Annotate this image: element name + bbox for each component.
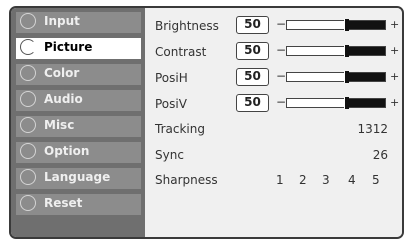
setting-label: Contrast [155, 45, 207, 59]
menu-item-label: Picture [44, 40, 93, 54]
menu-item-picture[interactable]: Picture [16, 38, 141, 59]
brightness-value: 50 [236, 16, 269, 34]
slider-fill [348, 21, 385, 29]
settings-panel: Brightness 50 − + Contrast 50 − + PosiH … [145, 8, 402, 237]
menu-item-color[interactable]: Color [16, 64, 141, 85]
menu-item-label: Audio [44, 92, 83, 106]
menu-item-language[interactable]: Language [16, 168, 141, 189]
menu-item-reset[interactable]: Reset [16, 194, 141, 215]
circle-ring-icon [20, 117, 36, 133]
contrast-slider[interactable] [286, 45, 386, 57]
plus-sign: + [390, 44, 400, 57]
setting-label: Sharpness [155, 173, 218, 187]
setting-label: Tracking [155, 122, 205, 136]
tracking-value: 1312 [357, 122, 388, 136]
slider-thumb[interactable] [344, 71, 349, 83]
circle-ring-icon [20, 13, 36, 29]
brightness-slider[interactable] [286, 19, 386, 31]
menu-item-label: Input [44, 14, 80, 28]
osd-window: Input Picture Color Audio Misc Option La… [9, 6, 404, 239]
menu-item-label: Option [44, 144, 90, 158]
minus-sign: − [276, 95, 287, 109]
slider-fill [348, 99, 385, 107]
minus-sign: − [276, 69, 287, 83]
circle-ring-icon [20, 143, 36, 159]
slider-thumb[interactable] [344, 45, 349, 57]
setting-label: PosiV [155, 97, 187, 111]
contrast-value: 50 [236, 42, 269, 60]
setting-label: Sync [155, 148, 184, 162]
menu-item-label: Misc [44, 118, 75, 132]
sharpness-option[interactable]: 2 [299, 173, 307, 187]
posiv-slider[interactable] [286, 97, 386, 109]
setting-row-contrast[interactable]: Contrast 50 − + [145, 42, 402, 64]
sharpness-option[interactable]: 1 [276, 173, 284, 187]
circle-ring-icon [20, 65, 36, 81]
setting-row-brightness[interactable]: Brightness 50 − + [145, 16, 402, 38]
sync-value: 26 [372, 148, 388, 162]
setting-label: PosiH [155, 71, 188, 85]
sharpness-option[interactable]: 3 [322, 173, 330, 187]
minus-sign: − [276, 43, 287, 57]
menu-item-label: Color [44, 66, 80, 80]
circle-ring-icon [20, 39, 36, 55]
menu-sidebar: Input Picture Color Audio Misc Option La… [11, 8, 145, 237]
menu-item-misc[interactable]: Misc [16, 116, 141, 137]
setting-row-tracking[interactable]: Tracking 1312 [145, 119, 402, 141]
plus-sign: + [390, 70, 400, 83]
circle-ring-icon [20, 169, 36, 185]
sharpness-option[interactable]: 4 [348, 173, 356, 187]
slider-thumb[interactable] [344, 19, 349, 31]
menu-item-label: Reset [44, 196, 83, 210]
plus-sign: + [390, 18, 400, 31]
slider-fill [348, 47, 385, 55]
circle-ring-icon [20, 91, 36, 107]
sharpness-option[interactable]: 5 [372, 173, 380, 187]
setting-row-sync[interactable]: Sync 26 [145, 145, 402, 167]
minus-sign: − [276, 17, 287, 31]
menu-item-label: Language [44, 170, 111, 184]
slider-fill [348, 73, 385, 81]
menu-item-audio[interactable]: Audio [16, 90, 141, 111]
slider-thumb[interactable] [344, 97, 349, 109]
plus-sign: + [390, 96, 400, 109]
setting-label: Brightness [155, 19, 219, 33]
posih-value: 50 [236, 68, 269, 86]
posiv-value: 50 [236, 94, 269, 112]
circle-ring-icon [20, 195, 36, 211]
setting-row-posih[interactable]: PosiH 50 − + [145, 68, 402, 90]
menu-item-input[interactable]: Input [16, 12, 141, 33]
posih-slider[interactable] [286, 71, 386, 83]
menu-item-option[interactable]: Option [16, 142, 141, 163]
setting-row-sharpness[interactable]: Sharpness 1 2 3 4 5 [145, 170, 402, 192]
setting-row-posiv[interactable]: PosiV 50 − + [145, 94, 402, 116]
